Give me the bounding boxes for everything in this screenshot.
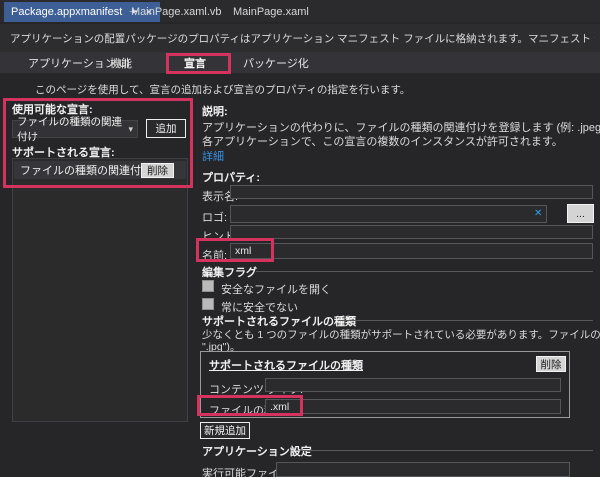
add-new-file-type-button[interactable]: 新規追加 (200, 422, 250, 439)
file-types-note-line1: 少なくとも 1 つのファイルの種類がサポートされている必要があります。ファイルの… (202, 327, 600, 342)
edit-flags-heading: 編集フラグ (202, 264, 257, 280)
supported-file-type-group: サポートされるファイルの種類 削除 コンテンツ タイプ: ファイルの種類: (200, 351, 570, 418)
editor-tab-strip: Package.appxmanifest ✕ MainPage.xaml.vb … (0, 0, 600, 22)
tab-packaging[interactable]: パッケージ化 (243, 55, 309, 71)
open-is-safe-label: 安全なファイルを開く (221, 281, 331, 297)
name-input[interactable] (230, 243, 593, 259)
description-heading: 説明: (202, 103, 228, 119)
logo-input[interactable] (230, 205, 547, 223)
designer-tab-bar: アプリケーション UI 機能 宣言 パッケージ化 (0, 52, 600, 73)
divider (300, 450, 593, 451)
supported-declarations-list[interactable]: ファイルの種類の関連付け 削除 (12, 158, 188, 422)
tab-declarations[interactable]: 宣言 (184, 55, 206, 71)
name-label: 名前: (202, 247, 227, 263)
divider (338, 320, 593, 321)
declaration-dropdown-value: ファイルの種類の関連付け (17, 114, 128, 144)
file-type-input[interactable] (265, 399, 561, 414)
manifest-designer-window: Package.appxmanifest ✕ MainPage.xaml.vb … (0, 0, 600, 477)
logo-label: ロゴ: (202, 209, 227, 225)
open-is-safe-checkbox[interactable] (202, 280, 214, 292)
display-name-input[interactable] (230, 185, 593, 199)
editor-tab-mainpage-xaml[interactable]: MainPage.xaml (226, 2, 316, 22)
chevron-down-icon: ▾ (128, 124, 133, 135)
content-type-input[interactable] (265, 378, 561, 392)
properties-heading: プロパティ: (202, 169, 260, 185)
browse-logo-button[interactable]: ... (567, 204, 594, 223)
editor-tab-label: MainPage.xaml (233, 6, 309, 18)
more-info-link[interactable]: 詳細 (202, 148, 224, 164)
list-item-label: ファイルの種類の関連付け (20, 162, 152, 178)
add-declaration-button[interactable]: 追加 (146, 119, 186, 138)
app-settings-heading: アプリケーション設定 (202, 443, 312, 459)
manifest-description-text: アプリケーションの配置パッケージのプロパティはアプリケーション マニフェスト フ… (10, 31, 595, 46)
manifest-description-band: アプリケーションの配置パッケージのプロパティはアプリケーション マニフェスト フ… (0, 24, 600, 52)
file-type-group-title: サポートされるファイルの種類 (209, 357, 363, 373)
editor-tab-mainpage-xaml-vb[interactable]: MainPage.xaml.vb (124, 2, 229, 22)
page-intro-text: このページを使用して、宣言の追加および宣言のプロパティの指定を行います。 (35, 82, 410, 97)
editor-tab-label: Package.appxmanifest (11, 6, 122, 18)
tooltip-input[interactable] (230, 225, 593, 239)
clear-logo-icon[interactable]: ✕ (534, 208, 542, 219)
executable-input[interactable] (276, 462, 570, 477)
tab-capabilities[interactable]: 機能 (110, 55, 132, 71)
editor-tab-label: MainPage.xaml.vb (131, 6, 222, 18)
declaration-dropdown[interactable]: ファイルの種類の関連付け ▾ (12, 120, 138, 138)
description-line2: 各アプリケーションで、この宣言の複数のインスタンスが許可されます。 (202, 133, 563, 149)
remove-declaration-button[interactable]: 削除 (141, 163, 174, 178)
divider (256, 271, 593, 272)
remove-file-type-button[interactable]: 削除 (536, 356, 566, 372)
always-unsafe-checkbox[interactable] (202, 298, 214, 310)
